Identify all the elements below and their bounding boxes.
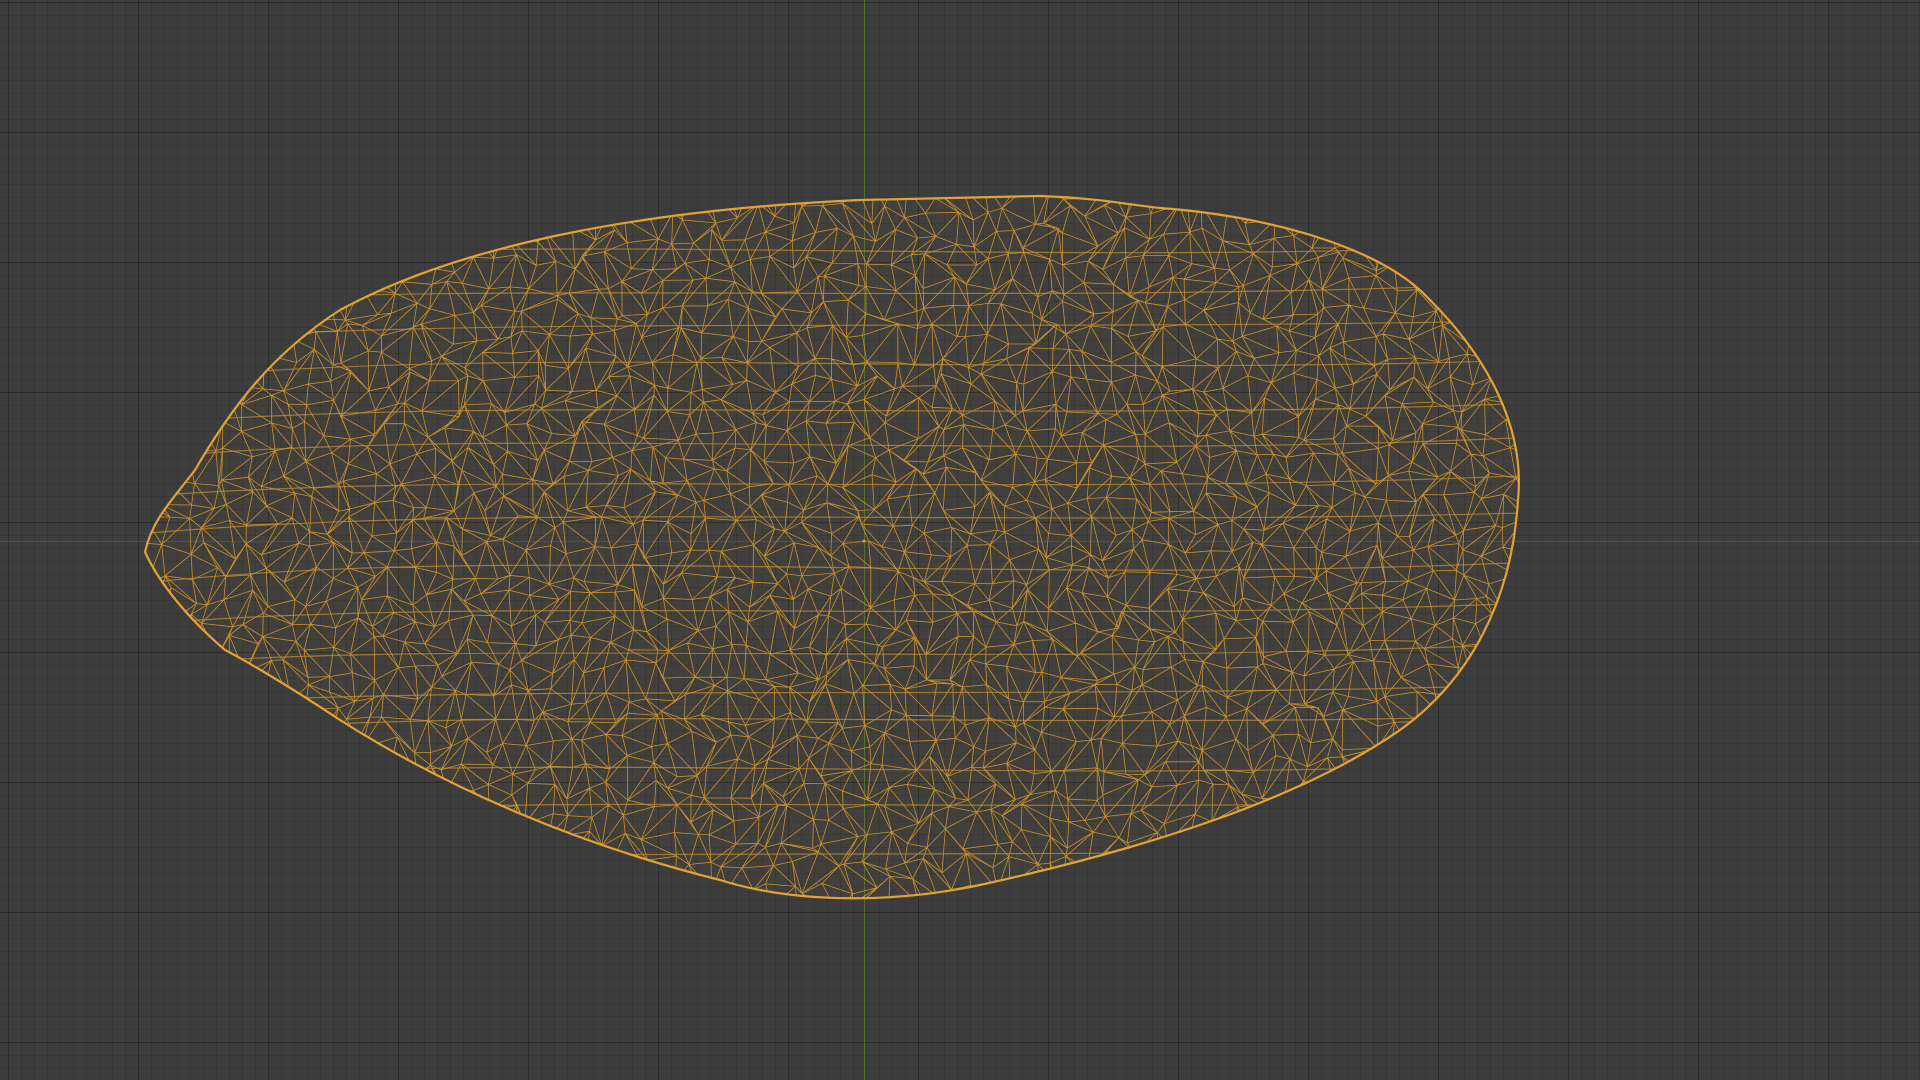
3d-viewport[interactable]: [0, 0, 1920, 1080]
wireframe-mesh[interactable]: [0, 0, 1920, 1080]
object-origin: [862, 539, 866, 543]
